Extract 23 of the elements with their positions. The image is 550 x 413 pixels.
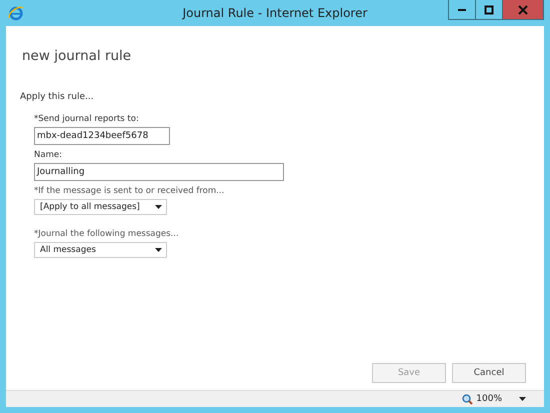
caret-icon: [155, 248, 162, 252]
caret-icon: [155, 205, 162, 209]
browser-logo-icon: [8, 5, 24, 21]
field-label: Name:: [34, 150, 62, 160]
zoom-icon[interactable]: [462, 394, 474, 404]
field-label: *Send journal reports to:: [34, 114, 139, 124]
field-label: *If the message is sent to or received from...: [34, 186, 224, 196]
caret-icon[interactable]: [519, 397, 526, 401]
page-heading: new journal rule: [22, 48, 132, 64]
maximize-icon: [484, 4, 494, 14]
text-field[interactable]: Journalling: [34, 163, 284, 181]
close-icon: [518, 4, 528, 14]
close-button[interactable]: [502, 0, 544, 20]
zoom-level[interactable]: 100%: [476, 394, 502, 404]
dropdown[interactable]: [Apply to all messages]: [34, 199, 167, 215]
minimize-button[interactable]: [448, 0, 476, 20]
cancel-button[interactable]: Cancel: [452, 363, 526, 383]
dropdown[interactable]: All messages: [34, 242, 167, 258]
window-title: Journal Rule - Internet Explorer: [182, 6, 368, 20]
field-label: *Journal the following messages...: [34, 229, 179, 239]
minimize-icon: [458, 8, 466, 10]
text-field[interactable]: mbx-dead1234beef5678: [34, 127, 170, 145]
intro-text: Apply this rule...: [20, 92, 95, 102]
